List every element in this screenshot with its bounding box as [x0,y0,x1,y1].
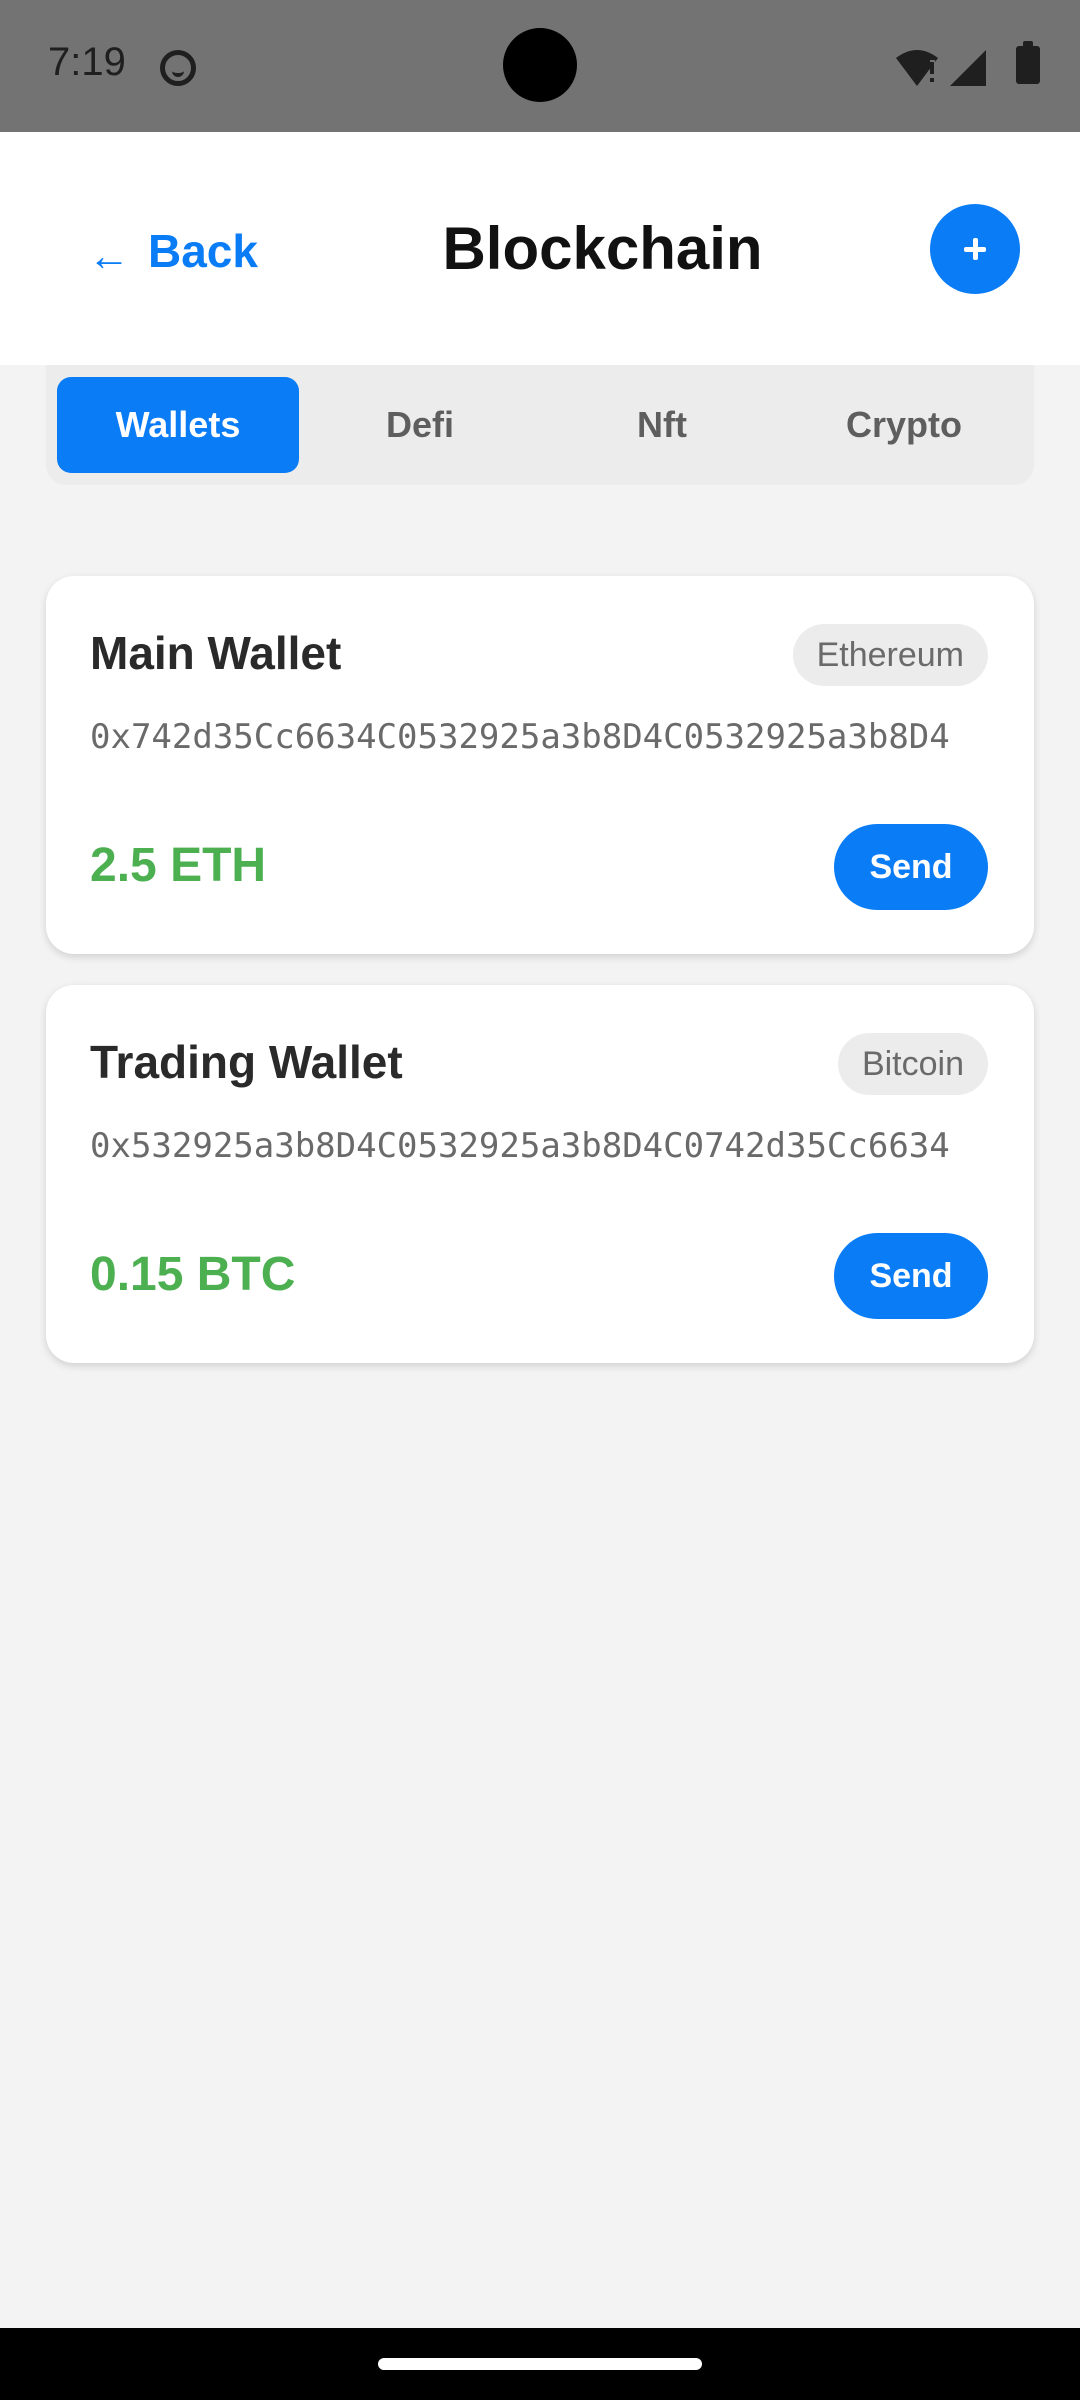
wallet-balance: 2.5 ETH [90,839,267,892]
camera-cutout [503,28,577,102]
wallet-card: Trading Wallet Bitcoin 0x532925a3b8D4C05… [46,985,1034,1363]
send-button[interactable]: Send [834,824,988,910]
app-notification-icon [160,50,196,86]
wallet-address: 0x532925a3b8D4C0532925a3b8D4C0742d35Cc66… [90,1126,950,1166]
wallet-name: Main Wallet [90,627,342,679]
tab-crypto[interactable]: Crypto [783,377,1025,473]
wallet-name: Trading Wallet [90,1036,403,1088]
home-indicator[interactable] [378,2358,702,2370]
tab-nft[interactable]: Nft [541,377,783,473]
tab-defi[interactable]: Defi [299,377,541,473]
signal-icon [950,50,986,86]
battery-icon [1016,41,1040,84]
send-button[interactable]: Send [834,1233,988,1319]
wifi-alert-icon [896,50,938,86]
tab-wallets[interactable]: Wallets [57,377,299,473]
wallet-balance: 0.15 BTC [90,1248,296,1301]
system-nav-bar [0,2328,1080,2400]
status-time: 7:19 [48,40,126,84]
wallet-card: Main Wallet Ethereum 0x742d35Cc6634C0532… [46,576,1034,954]
app-header: ← Back Blockchain [0,132,1080,365]
tab-bar: Wallets Defi Nft Crypto [46,365,1034,485]
network-badge: Bitcoin [837,1033,988,1095]
wallet-address: 0x742d35Cc6634C0532925a3b8D4C0532925a3b8… [90,717,950,757]
status-bar: 7:19 [0,0,1080,132]
add-wallet-button[interactable] [930,204,1020,294]
page-title: Blockchain [442,215,763,282]
network-badge: Ethereum [792,624,988,686]
